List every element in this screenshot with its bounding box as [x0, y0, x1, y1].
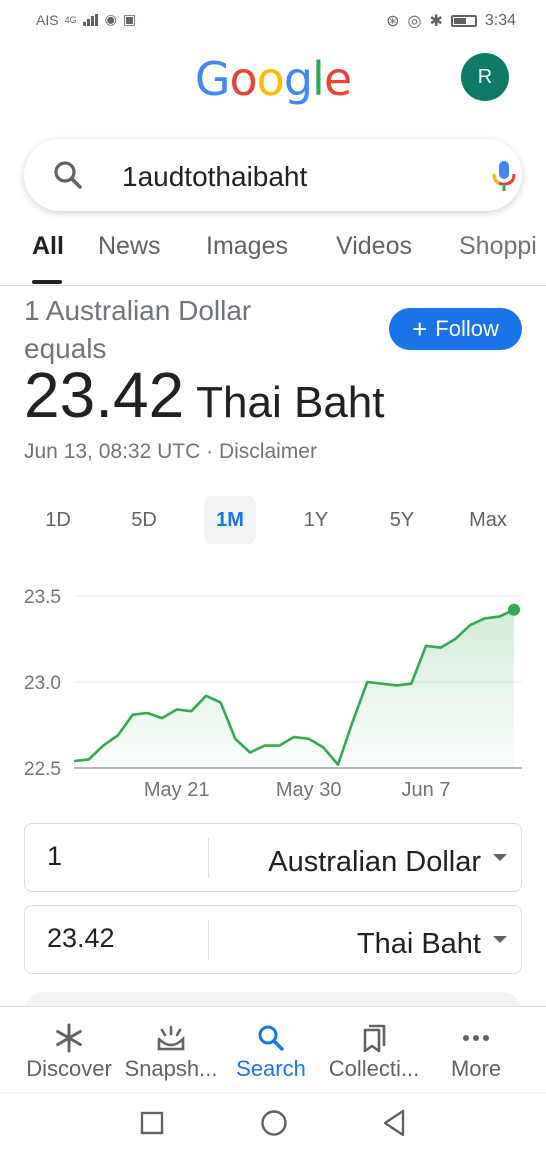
- to-currency-row: 23.42 Thai Baht: [24, 905, 522, 974]
- follow-button[interactable]: + Follow: [389, 308, 522, 350]
- range-1m[interactable]: 1M: [204, 496, 256, 544]
- battery-icon: [450, 15, 477, 27]
- logo-letter: G: [194, 52, 231, 106]
- nav-snapshot[interactable]: Snapsh...: [118, 1007, 224, 1093]
- range-max[interactable]: Max: [456, 496, 520, 544]
- follow-label: Follow: [435, 316, 499, 341]
- result-meta: Jun 13, 08:32 UTC · Disclaimer: [24, 440, 317, 464]
- exchange-rate-chart[interactable]: 23.5 23.0 22.5 May 21 May 30 Jun 7: [0, 570, 546, 810]
- conversion-result: 23.42 Thai Baht: [24, 358, 385, 432]
- logo-letter: o: [229, 52, 258, 106]
- active-tab-indicator: [32, 280, 62, 284]
- bluetooth-icon: ✱: [429, 13, 443, 30]
- range-1y[interactable]: 1Y: [286, 496, 346, 544]
- search-icon: [258, 1025, 284, 1051]
- logo-letter: g: [283, 52, 313, 106]
- nfc-icon: ⊛: [386, 13, 400, 30]
- y-tick-label: 23.5: [24, 587, 61, 608]
- clock: 3:34: [484, 12, 516, 29]
- nav-collections[interactable]: Collecti...: [320, 1007, 428, 1093]
- chrome-icon: ◉: [104, 11, 117, 27]
- x-tick-label: Jun 7: [402, 779, 451, 801]
- tab-all[interactable]: All: [32, 232, 64, 261]
- home-button[interactable]: [260, 1109, 288, 1137]
- recents-button[interactable]: [140, 1111, 164, 1135]
- result-value: 23.42: [24, 359, 185, 431]
- nav-label: More: [450, 1056, 502, 1081]
- x-tick-label: May 30: [276, 779, 342, 801]
- search-box[interactable]: 1audtothaibaht: [24, 139, 522, 211]
- conversion-subtitle: 1 Australian Dollar equals: [24, 292, 251, 368]
- tab-news[interactable]: News: [98, 232, 161, 261]
- tab-images[interactable]: Images: [206, 232, 288, 261]
- chevron-down-icon[interactable]: [493, 936, 507, 943]
- back-button[interactable]: [382, 1109, 406, 1137]
- chart-endpoint: [508, 603, 520, 616]
- logo-letter: l: [312, 52, 325, 106]
- from-amount-input[interactable]: 1: [47, 841, 62, 872]
- range-1d[interactable]: 1D: [28, 496, 88, 544]
- plus-icon: +: [412, 314, 428, 344]
- y-tick-label: 22.5: [24, 759, 61, 780]
- carrier-label: AIS: [36, 11, 59, 28]
- nav-label: Collecti...: [328, 1056, 420, 1081]
- nav-more[interactable]: More: [436, 1007, 516, 1093]
- mic-icon[interactable]: [490, 159, 518, 193]
- eye-icon: ◎: [407, 13, 422, 30]
- logo-letter: e: [323, 52, 352, 106]
- status-left: AIS 4G ◉ ▣: [36, 11, 136, 28]
- status-right: ⊛ ◎ ✱ 3:34: [386, 11, 516, 31]
- result-unit: Thai Baht: [196, 378, 385, 427]
- range-5y[interactable]: 5Y: [372, 496, 432, 544]
- range-5d[interactable]: 5D: [114, 496, 174, 544]
- signal-icon: [82, 13, 99, 26]
- time-range-selector: 1D 5D 1M 1Y 5Y Max: [0, 496, 546, 546]
- nav-discover[interactable]: Discover: [10, 1007, 128, 1093]
- to-currency-select[interactable]: Thai Baht: [357, 928, 481, 961]
- search-query[interactable]: 1audtothaibaht: [122, 161, 307, 193]
- calendar-icon: ▣: [122, 11, 137, 27]
- from-currency-select[interactable]: Australian Dollar: [268, 846, 481, 879]
- asterisk-icon: [56, 1023, 82, 1053]
- nav-label: Snapsh...: [124, 1056, 218, 1081]
- x-tick-label: May 21: [144, 779, 210, 801]
- system-navigation-bar: [0, 1092, 546, 1152]
- search-icon: [54, 161, 82, 189]
- snapshot-icon: [157, 1025, 185, 1051]
- timestamp: Jun 13, 08:32 UTC: [24, 440, 201, 463]
- disclaimer-link[interactable]: Disclaimer: [219, 440, 317, 463]
- logo-letter: o: [256, 52, 285, 106]
- tab-shopping[interactable]: Shoppi: [459, 232, 537, 261]
- collections-icon: [363, 1024, 386, 1053]
- chart-area: [74, 609, 514, 768]
- nav-label: Discover: [26, 1056, 112, 1081]
- nav-label: Search: [236, 1056, 306, 1081]
- chevron-down-icon[interactable]: [493, 854, 507, 861]
- status-bar: AIS 4G ◉ ▣ ⊛ ◎ ✱ 3:34: [0, 0, 546, 40]
- more-dots-icon: [463, 1035, 489, 1041]
- meta-separator: ·: [206, 440, 214, 463]
- tab-videos[interactable]: Videos: [336, 232, 412, 261]
- bottom-navigation: Discover Snapsh... Search Collecti... Mo…: [0, 1006, 546, 1092]
- to-divider: [208, 920, 209, 960]
- equals-line-1: 1 Australian Dollar: [24, 295, 252, 326]
- from-divider: [208, 838, 209, 878]
- to-amount-input[interactable]: 23.42: [47, 923, 115, 954]
- nav-search[interactable]: Search: [222, 1007, 320, 1093]
- search-tabs: All News Images Videos Shoppi: [0, 230, 546, 286]
- account-avatar[interactable]: R: [461, 53, 509, 101]
- from-currency-row: 1 Australian Dollar: [24, 823, 522, 892]
- y-tick-label: 23.0: [24, 673, 61, 694]
- network-type: 4G: [64, 14, 77, 25]
